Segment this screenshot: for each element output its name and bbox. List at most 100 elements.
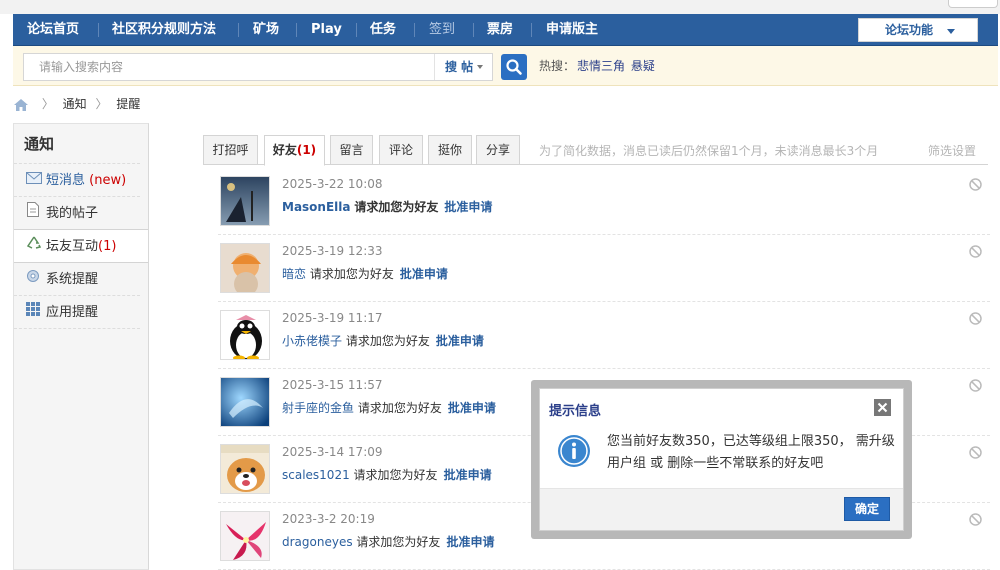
top-strip bbox=[0, 0, 1000, 14]
avatar[interactable] bbox=[220, 176, 270, 226]
nav-item-mine[interactable]: 矿场 bbox=[253, 14, 279, 46]
home-icon[interactable] bbox=[13, 98, 29, 112]
sidebar-item-my-posts[interactable]: 我的帖子 bbox=[14, 197, 148, 230]
chevron-down-icon bbox=[477, 65, 483, 69]
breadcrumb-separator: 〉 bbox=[95, 97, 108, 111]
sidebar-item-system[interactable]: 系统提醒 bbox=[14, 263, 140, 296]
hot-search-term[interactable]: 悬疑 bbox=[631, 59, 655, 73]
tab-messages[interactable]: 留言 bbox=[330, 135, 373, 165]
delete-icon[interactable] bbox=[969, 513, 982, 526]
request-text: 请求加您为好友 bbox=[353, 468, 438, 482]
sidebar-item-label: 我的帖子 bbox=[46, 206, 99, 221]
request-text: 请求加您为好友 bbox=[356, 535, 441, 549]
confirm-button[interactable]: 确定 bbox=[844, 497, 890, 521]
close-button[interactable] bbox=[874, 399, 891, 416]
notification-tabs: 打招呼 好友(1) 留言 评论 挺你 分享 为了简化数据，消息已读后仍然保留1个… bbox=[203, 135, 988, 166]
tab-friends[interactable]: 好友(1) bbox=[264, 135, 325, 166]
request-text: 请求加您为好友 bbox=[354, 200, 439, 214]
dialog-title: 提示信息 bbox=[549, 404, 602, 419]
delete-icon[interactable] bbox=[969, 245, 982, 258]
breadcrumb: 〉 通知 〉 提醒 bbox=[13, 94, 140, 114]
nav-separator bbox=[296, 23, 297, 37]
nav-separator bbox=[98, 23, 99, 37]
forum-functions-label: 论坛功能 bbox=[885, 23, 934, 37]
tab-support[interactable]: 挺你 bbox=[428, 135, 472, 165]
user-link[interactable]: 射手座的金鱼 bbox=[282, 401, 354, 415]
tab-share[interactable]: 分享 bbox=[476, 135, 520, 165]
sidebar-item-messages[interactable]: 短消息 (new) bbox=[14, 164, 140, 197]
delete-icon[interactable] bbox=[969, 312, 982, 325]
approve-link[interactable]: 批准申请 bbox=[446, 535, 494, 549]
tab-greet[interactable]: 打招呼 bbox=[203, 135, 258, 165]
sidebar-item-label: 坛友互动 bbox=[46, 239, 99, 254]
sidebar-item-label: 应用提醒 bbox=[46, 305, 99, 320]
approve-link[interactable]: 批准申请 bbox=[444, 200, 492, 214]
top-corner-tab bbox=[948, 0, 998, 8]
sidebar-title: 通知 bbox=[14, 124, 140, 164]
nav-item-checkin[interactable]: 签到 bbox=[429, 14, 455, 46]
search-input[interactable]: 请输入搜索内容 搜 帖 bbox=[23, 53, 493, 81]
tab-label: 好友 bbox=[272, 143, 297, 157]
nav-item-tasks[interactable]: 任务 bbox=[370, 14, 396, 46]
notification-message: scales1021 请求加您为好友 批准申请 bbox=[282, 466, 492, 483]
new-badge: (new) bbox=[89, 173, 127, 188]
main-nav: 论坛首页 社区积分规则方法 矿场 Play 任务 签到 票房 申请版主 论坛功能 bbox=[13, 14, 998, 46]
delete-icon[interactable] bbox=[969, 379, 982, 392]
hot-searches: 热搜： 悲情三角 悬疑 bbox=[539, 46, 655, 86]
grid-icon bbox=[26, 296, 42, 329]
user-link[interactable]: 小赤佬模子 bbox=[282, 334, 342, 348]
sidebar-item-interactions[interactable]: 坛友互动(1) bbox=[14, 230, 148, 263]
tab-count: (1) bbox=[296, 143, 317, 157]
nav-separator bbox=[238, 23, 239, 37]
delete-icon[interactable] bbox=[969, 178, 982, 191]
list-item: 2025-3-22 10:08 MasonElla 请求加您为好友 批准申请 bbox=[218, 168, 990, 235]
nav-item-home[interactable]: 论坛首页 bbox=[27, 14, 79, 46]
notification-time: 2025-3-22 10:08 bbox=[282, 177, 383, 191]
sidebar: 通知 短消息 (new) 我的帖子 坛友互动(1) 系统提醒 应用提醒 bbox=[13, 123, 149, 570]
alert-dialog: 提示信息 您当前好友数350，已达等级组上限350， 需升级用户组 或 删除一些… bbox=[539, 388, 904, 531]
dialog-footer: 确定 bbox=[540, 488, 903, 530]
retention-note: 为了简化数据，消息已读后仍然保留1个月，未读消息最长3个月 bbox=[539, 144, 879, 158]
nav-separator bbox=[531, 23, 532, 37]
breadcrumb-item[interactable]: 提醒 bbox=[116, 97, 140, 111]
request-text: 请求加您为好友 bbox=[309, 267, 394, 281]
search-type-select[interactable]: 搜 帖 bbox=[434, 54, 492, 80]
breadcrumb-item[interactable]: 通知 bbox=[63, 97, 87, 111]
request-text: 请求加您为好友 bbox=[357, 401, 442, 415]
approve-link[interactable]: 批准申请 bbox=[436, 334, 484, 348]
user-link[interactable]: dragoneyes bbox=[282, 535, 353, 549]
recycle-icon bbox=[26, 230, 42, 263]
user-link[interactable]: MasonElla bbox=[282, 200, 351, 214]
notification-message: MasonElla 请求加您为好友 批准申请 bbox=[282, 198, 492, 215]
nav-separator bbox=[414, 23, 415, 37]
interaction-count: (1) bbox=[98, 239, 117, 254]
avatar[interactable] bbox=[220, 243, 270, 293]
avatar[interactable] bbox=[220, 511, 270, 561]
nav-item-apply-moderator[interactable]: 申请版主 bbox=[546, 14, 598, 46]
delete-icon[interactable] bbox=[969, 446, 982, 459]
breadcrumb-separator: 〉 bbox=[41, 97, 54, 111]
sidebar-item-label: 短消息 bbox=[46, 173, 86, 188]
list-item: 2025-3-19 11:17 小赤佬模子 请求加您为好友 批准申请 bbox=[218, 302, 990, 369]
nav-item-points-rules[interactable]: 社区积分规则方法 bbox=[112, 14, 216, 46]
approve-link[interactable]: 批准申请 bbox=[400, 267, 448, 281]
user-link[interactable]: 暗恋 bbox=[282, 267, 306, 281]
nav-item-play[interactable]: Play bbox=[311, 14, 342, 46]
avatar[interactable] bbox=[220, 310, 270, 360]
filter-settings-link[interactable]: 筛选设置 bbox=[928, 142, 976, 159]
nav-item-boxoffice[interactable]: 票房 bbox=[487, 14, 513, 46]
list-item: 2025-3-19 12:33 暗恋 请求加您为好友 批准申请 bbox=[218, 235, 990, 302]
tab-comments[interactable]: 评论 bbox=[379, 135, 423, 165]
forum-functions-button[interactable]: 论坛功能 bbox=[858, 18, 978, 42]
approve-link[interactable]: 批准申请 bbox=[448, 401, 496, 415]
avatar[interactable] bbox=[220, 444, 270, 494]
hot-search-term[interactable]: 悲情三角 bbox=[577, 59, 625, 73]
request-text: 请求加您为好友 bbox=[345, 334, 430, 348]
search-button[interactable] bbox=[501, 54, 527, 80]
approve-link[interactable]: 批准申请 bbox=[444, 468, 492, 482]
avatar[interactable] bbox=[220, 377, 270, 427]
search-icon bbox=[506, 59, 522, 75]
user-link[interactable]: scales1021 bbox=[282, 468, 350, 482]
sidebar-item-apps[interactable]: 应用提醒 bbox=[14, 296, 140, 329]
chevron-down-icon bbox=[947, 29, 955, 34]
